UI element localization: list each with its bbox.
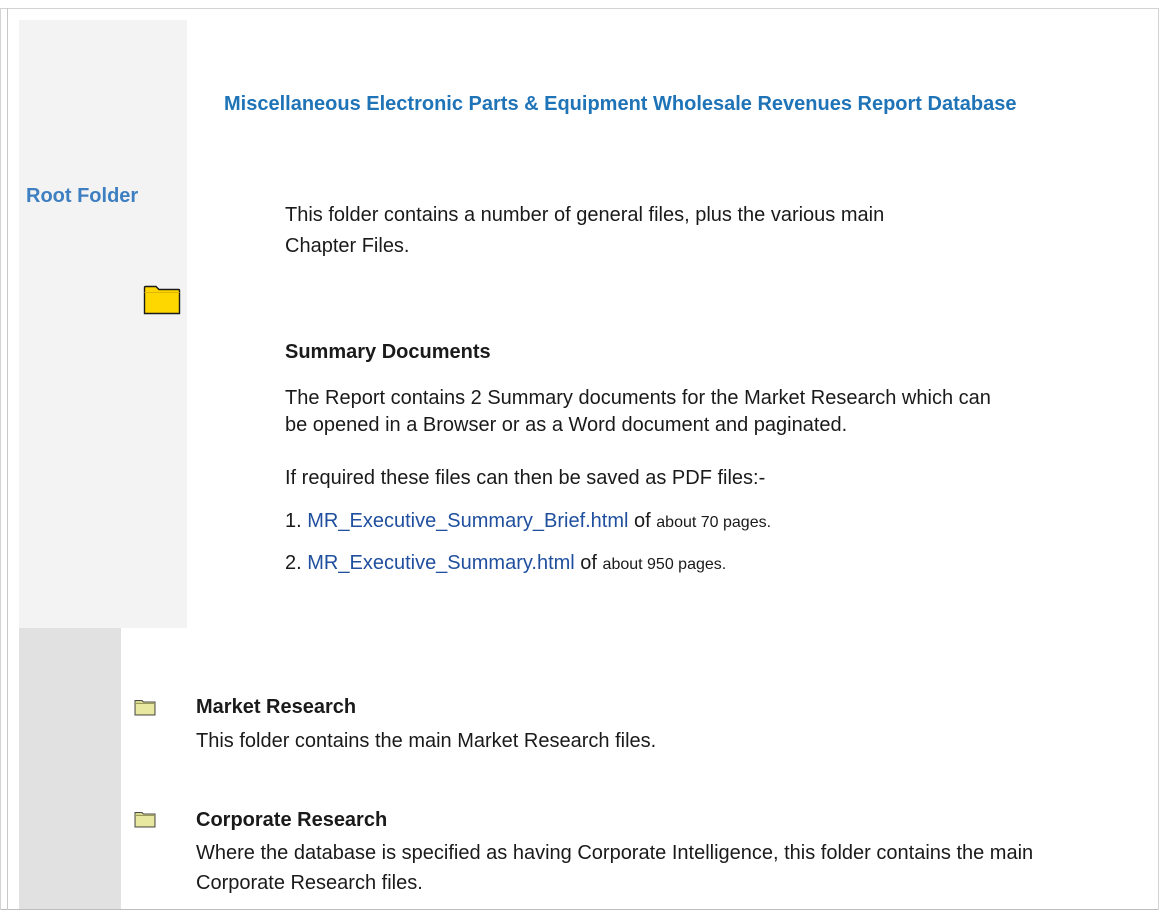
folder-icon[interactable] bbox=[143, 285, 181, 315]
page-count: about 950 pages. bbox=[602, 556, 727, 573]
summary-heading: Summary Documents bbox=[285, 341, 491, 363]
folder-description: Where the database is specified as havin… bbox=[196, 842, 1034, 894]
root-folder-label: Root Folder bbox=[26, 185, 139, 207]
page-count: about 70 pages. bbox=[656, 514, 772, 531]
sidebar-panel bbox=[19, 20, 187, 628]
page-title: Miscellaneous Electronic Parts & Equipme… bbox=[224, 93, 1017, 115]
executive-summary-link[interactable]: MR_Executive_Summary.html bbox=[307, 552, 574, 574]
executive-summary-brief-link[interactable]: MR_Executive_Summary_Brief.html bbox=[307, 510, 628, 532]
list-number: 2. bbox=[285, 552, 302, 574]
folder-icon[interactable] bbox=[134, 811, 156, 828]
frame-inner-left-border bbox=[7, 8, 8, 910]
folder-list-gutter bbox=[19, 628, 121, 909]
frame-bottom-border bbox=[0, 909, 1159, 910]
folder-description: This folder contains the main Market Res… bbox=[196, 730, 657, 752]
folder-name-market-research[interactable]: Market Research bbox=[196, 696, 356, 719]
page-count-prefix: of bbox=[580, 552, 597, 574]
summary-description: The Report contains 2 Summary documents … bbox=[285, 387, 991, 436]
folder-name-corporate-research[interactable]: Corporate Research bbox=[196, 809, 387, 832]
folder-icon[interactable] bbox=[134, 699, 156, 716]
frame-left-border bbox=[0, 8, 1, 910]
pdf-note: If required these files can then be save… bbox=[285, 467, 766, 489]
document-item: 2. MR_Executive_Summary.html of about 95… bbox=[285, 552, 726, 575]
document-item: 1. MR_Executive_Summary_Brief.html of ab… bbox=[285, 510, 771, 533]
intro-text: This folder contains a number of general… bbox=[285, 204, 885, 257]
frame-top-border bbox=[0, 8, 1159, 9]
list-number: 1. bbox=[285, 510, 302, 532]
page-count-prefix: of bbox=[634, 510, 651, 532]
